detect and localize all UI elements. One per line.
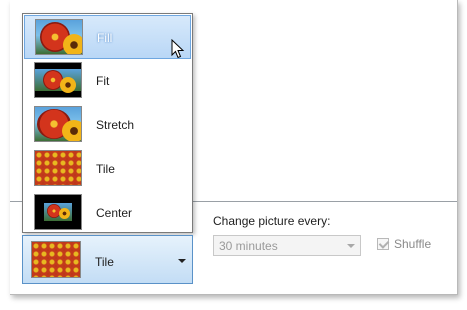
position-option-fit[interactable]: Fit: [24, 59, 191, 103]
interval-select[interactable]: 30 minutes: [213, 235, 361, 256]
picture-position-list: Fill Fit Stretch Tile Center: [22, 13, 193, 233]
option-label: Fill: [97, 31, 113, 45]
option-label: Fit: [96, 74, 110, 88]
option-label: Tile: [96, 162, 115, 176]
tile-thumbnail-icon: [31, 241, 81, 278]
change-picture-label: Change picture every:: [213, 214, 331, 228]
interval-value: 30 minutes: [219, 239, 278, 253]
checkmark-icon: [378, 238, 390, 249]
chevron-down-icon: [347, 244, 355, 248]
position-option-fill[interactable]: Fill: [24, 15, 191, 59]
fill-thumbnail-icon: [35, 19, 83, 55]
shuffle-label: Shuffle: [394, 237, 432, 251]
tile-thumbnail-icon: [34, 150, 82, 186]
option-label: Stretch: [96, 118, 135, 132]
center-thumbnail-icon: [34, 194, 82, 230]
picture-position-combo[interactable]: Tile: [22, 235, 193, 284]
fit-thumbnail-icon: [34, 62, 82, 98]
position-option-tile[interactable]: Tile: [24, 147, 191, 191]
checkbox-box[interactable]: [377, 238, 390, 250]
position-option-stretch[interactable]: Stretch: [24, 103, 191, 147]
combo-selected-label: Tile: [95, 255, 114, 269]
option-label: Center: [96, 206, 133, 220]
position-option-center[interactable]: Center: [24, 191, 191, 235]
stretch-thumbnail-icon: [34, 106, 82, 142]
chevron-down-icon[interactable]: [178, 259, 186, 263]
mouse-pointer-icon: [171, 39, 185, 59]
